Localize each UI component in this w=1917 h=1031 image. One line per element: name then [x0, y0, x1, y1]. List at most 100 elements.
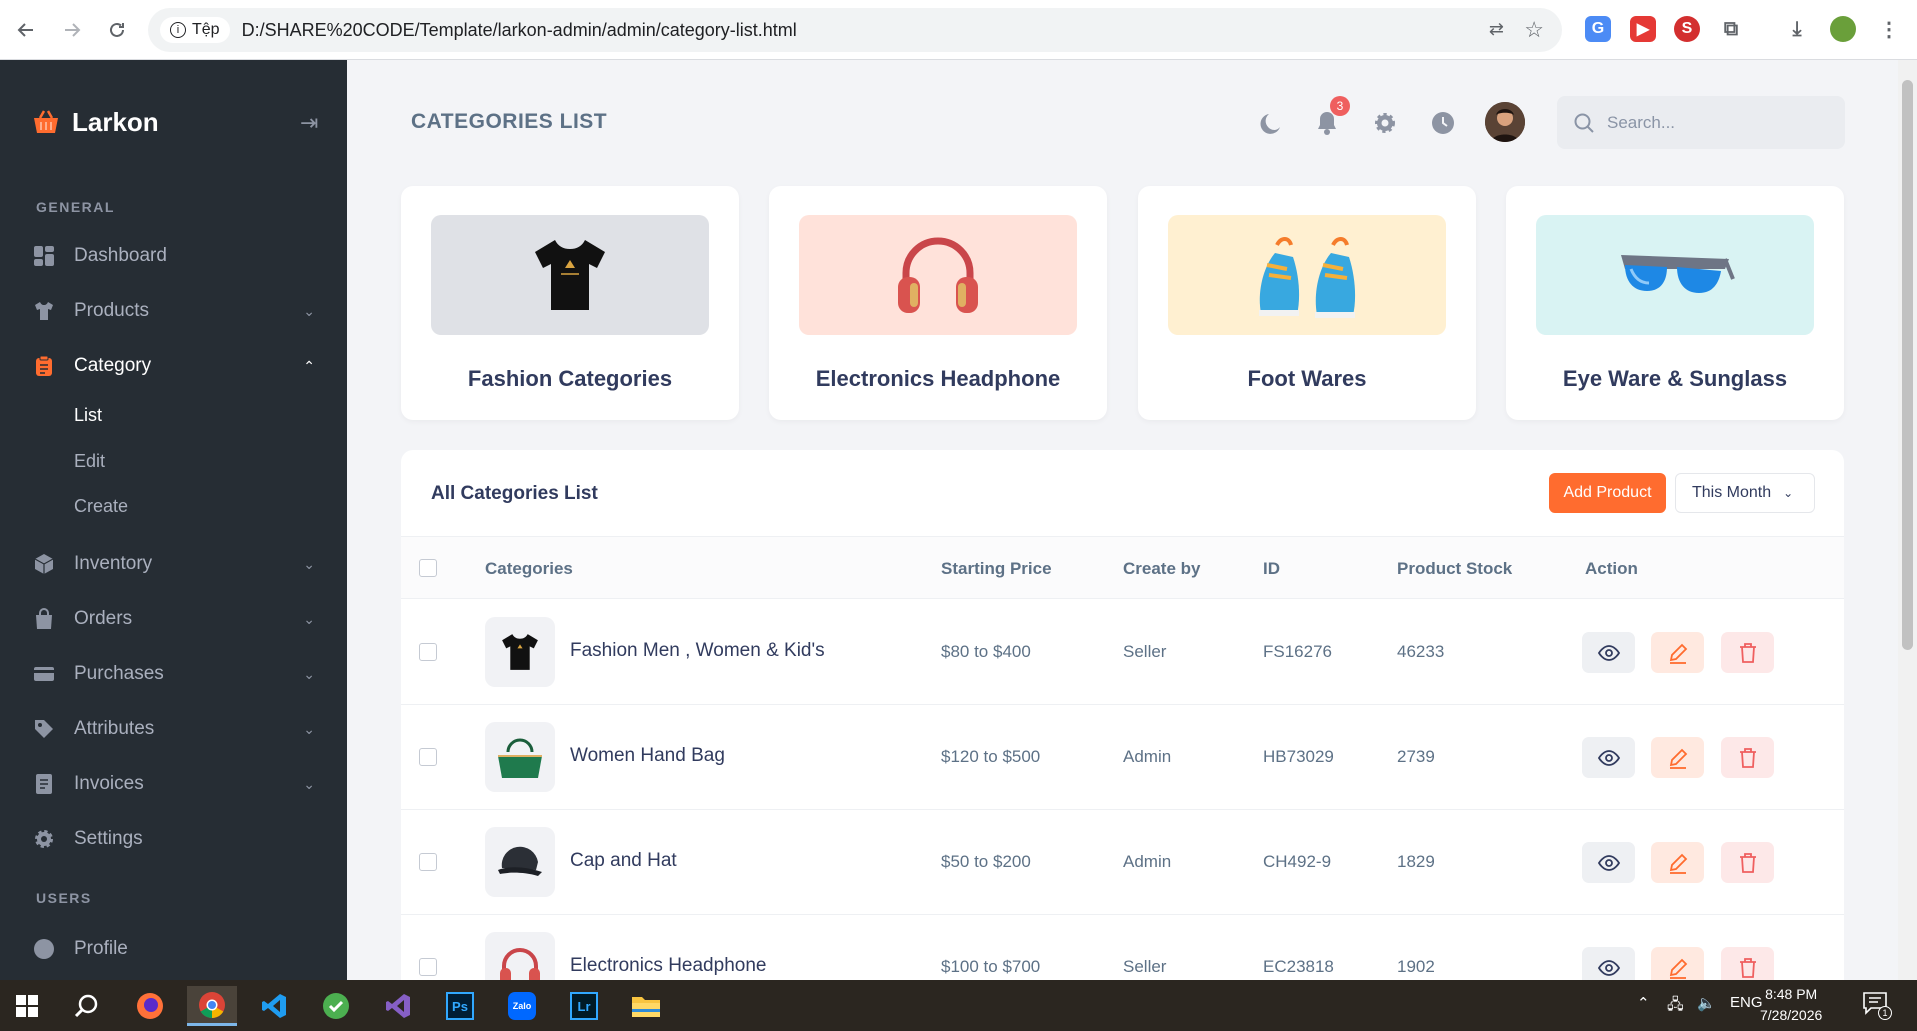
table-heading: All Categories List: [431, 483, 598, 504]
gear-icon: [32, 827, 56, 851]
sidebar-item-inventory[interactable]: Inventory ⌄: [32, 544, 315, 584]
delete-button[interactable]: [1721, 632, 1774, 673]
period-dropdown[interactable]: This Month ⌄: [1675, 473, 1815, 513]
view-button[interactable]: [1582, 842, 1635, 883]
basket-icon: [34, 110, 58, 133]
page-scrollbar[interactable]: [1898, 60, 1917, 980]
category-card[interactable]: Fashion Categories: [401, 186, 739, 420]
category-image: [431, 215, 709, 335]
sidebar-item-profile[interactable]: Profile: [32, 929, 315, 969]
category-name[interactable]: Cap and Hat: [570, 850, 677, 872]
category-card[interactable]: Electronics Headphone: [769, 186, 1107, 420]
back-icon[interactable]: [10, 14, 42, 46]
column-header[interactable]: Product Stock: [1397, 559, 1512, 579]
delete-button[interactable]: [1721, 842, 1774, 883]
sidebar-item-label: Purchases: [74, 663, 164, 684]
sidebar-item-label: Dashboard: [74, 245, 167, 266]
sidebar-item-invoices[interactable]: Invoices ⌄: [32, 764, 315, 804]
search-input[interactable]: [1607, 112, 1827, 133]
eye-icon: [1597, 749, 1620, 766]
avatar[interactable]: [1485, 102, 1525, 142]
view-button[interactable]: [1582, 632, 1635, 673]
menu-kebab-icon[interactable]: ⋮: [1876, 16, 1902, 42]
row-checkbox[interactable]: [419, 748, 437, 766]
chevron-down-icon: ⌄: [303, 302, 315, 319]
tray-chevron-up-icon[interactable]: ⌃: [1637, 994, 1650, 1012]
scrollbar-thumb[interactable]: [1902, 80, 1913, 650]
zalo-icon[interactable]: Zalo: [497, 986, 547, 1026]
seo-ext-icon[interactable]: S: [1674, 16, 1700, 42]
sidebar-item-dashboard[interactable]: Dashboard: [32, 236, 315, 276]
clock-icon[interactable]: [1428, 108, 1458, 138]
chevron-down-icon: ⌄: [303, 665, 315, 682]
forward-icon[interactable]: [56, 14, 88, 46]
bookmark-star-icon[interactable]: ☆: [1524, 17, 1544, 43]
trash-icon: [1739, 957, 1756, 978]
row-checkbox[interactable]: [419, 853, 437, 871]
pencil-icon: [1669, 853, 1687, 874]
headphone-image: [898, 237, 978, 313]
chrome-icon[interactable]: [187, 986, 237, 1026]
add-product-button[interactable]: Add Product: [1549, 473, 1666, 513]
sidebar-item-products[interactable]: Products ⌄: [32, 291, 315, 331]
brand-name: Larkon: [72, 106, 159, 137]
section-general: GENERAL: [36, 199, 115, 215]
sidebar-item-label: Profile: [74, 938, 128, 959]
lightroom-icon[interactable]: Lr: [559, 986, 609, 1026]
gear-icon[interactable]: [1370, 108, 1400, 138]
column-header[interactable]: Categories: [485, 559, 573, 579]
sidebar-subitem-create[interactable]: Create: [74, 496, 128, 517]
address-bar[interactable]: i Tệp D:/SHARE%20CODE/Template/larkon-ad…: [148, 8, 1562, 52]
extensions-puzzle-icon[interactable]: ⧉: [1718, 16, 1744, 42]
sidebar-toggle-icon[interactable]: ⇥: [300, 110, 318, 136]
view-button[interactable]: [1582, 737, 1635, 778]
system-clock[interactable]: 8:48 PM 7/28/2026: [1760, 984, 1822, 1026]
edit-button[interactable]: [1651, 632, 1704, 673]
network-icon[interactable]: 🖧: [1667, 994, 1684, 1019]
translate-icon[interactable]: ⇄: [1489, 19, 1504, 40]
photoshop-icon[interactable]: Ps: [435, 986, 485, 1026]
edit-button[interactable]: [1651, 737, 1704, 778]
row-checkbox[interactable]: [419, 958, 437, 976]
visual-studio-icon[interactable]: [373, 986, 423, 1026]
video-ext-icon[interactable]: ▶: [1630, 16, 1656, 42]
delete-button[interactable]: [1721, 737, 1774, 778]
file-explorer-icon[interactable]: [621, 986, 671, 1026]
sidebar-subitem-edit[interactable]: Edit: [74, 451, 105, 472]
app-green-icon[interactable]: [311, 986, 361, 1026]
select-all-checkbox[interactable]: [419, 559, 437, 577]
column-header[interactable]: ID: [1263, 559, 1280, 579]
column-header[interactable]: Starting Price: [941, 559, 1052, 579]
sidebar-item-settings[interactable]: Settings: [32, 819, 315, 859]
category-card[interactable]: Eye Ware & Sunglass: [1506, 186, 1844, 420]
sidebar-item-category[interactable]: Category ⌃: [32, 346, 315, 386]
notification-center-icon[interactable]: 1: [1862, 990, 1892, 1020]
brand-logo[interactable]: Larkon: [30, 106, 159, 138]
category-name[interactable]: Women Hand Bag: [570, 745, 725, 767]
sidebar-item-attributes[interactable]: Attributes ⌄: [32, 709, 315, 749]
volume-icon[interactable]: 🔈: [1697, 994, 1716, 1012]
language-indicator[interactable]: ENG: [1730, 994, 1763, 1011]
column-header[interactable]: Create by: [1123, 559, 1200, 579]
category-name[interactable]: Fashion Men , Women & Kid's: [570, 640, 825, 662]
product-stock: 46233: [1397, 642, 1445, 661]
sidebar-item-purchases[interactable]: Purchases ⌄: [32, 654, 315, 694]
google-translate-ext-icon[interactable]: G: [1585, 16, 1611, 42]
moon-icon[interactable]: [1255, 108, 1285, 138]
taskbar-search-icon[interactable]: [62, 986, 112, 1026]
search-box[interactable]: [1557, 96, 1845, 149]
profile-avatar-icon[interactable]: [1830, 16, 1856, 42]
firefox-icon[interactable]: [125, 986, 175, 1026]
site-info[interactable]: i Tệp: [160, 17, 230, 43]
vscode-icon[interactable]: [249, 986, 299, 1026]
sidebar-subitem-list[interactable]: List: [74, 405, 102, 426]
category-card[interactable]: Foot Wares: [1138, 186, 1476, 420]
windows-start-icon[interactable]: [2, 986, 52, 1026]
download-icon[interactable]: ⤓: [1784, 16, 1810, 42]
sidebar-item-orders[interactable]: Orders ⌄: [32, 599, 315, 639]
category-name[interactable]: Electronics Headphone: [570, 955, 766, 977]
reload-icon[interactable]: [101, 14, 133, 46]
edit-button[interactable]: [1651, 842, 1704, 883]
row-checkbox[interactable]: [419, 643, 437, 661]
search-icon: [1574, 113, 1594, 133]
